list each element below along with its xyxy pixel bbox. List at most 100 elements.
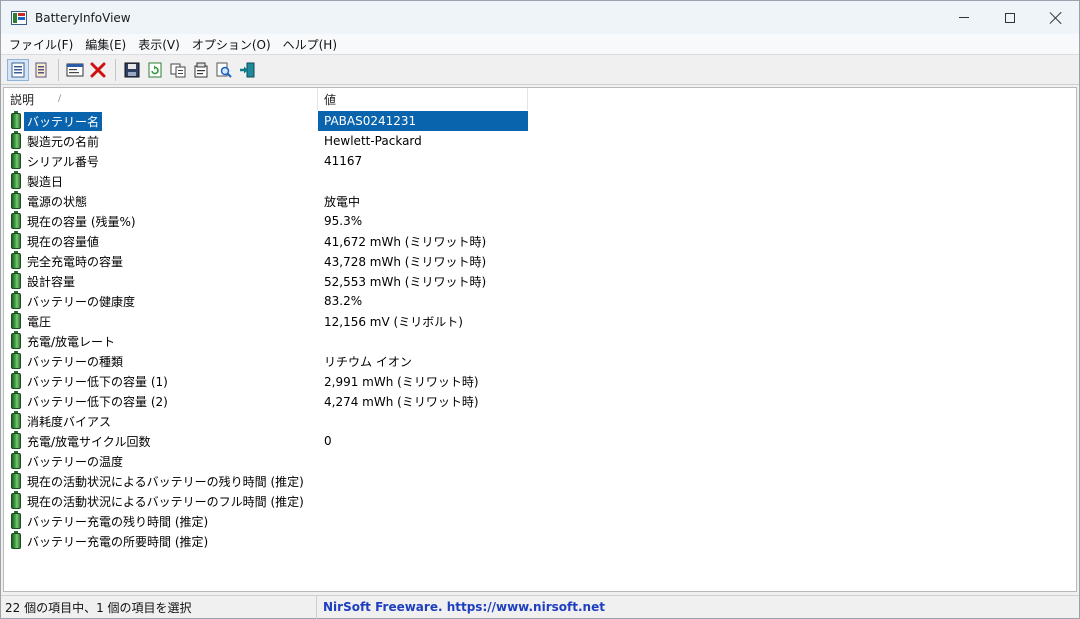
title-bar[interactable]: BatteryInfoView [1,1,1079,34]
menu-file[interactable]: ファイル(F) [3,36,79,53]
row-description-cell: シリアル番号 [4,151,318,171]
row-description: 充電/放電レート [27,334,116,349]
toolbar [1,54,1079,85]
column-header-value[interactable]: 値 [318,88,528,110]
battery-icon [11,371,21,389]
menu-view[interactable]: 表示(V) [132,36,186,53]
window-title: BatteryInfoView [35,10,131,25]
battery-icon [11,411,21,429]
table-row[interactable]: シリアル番号 41167 [4,151,528,171]
table-row[interactable]: バッテリー名 PABAS0241231 [4,111,528,131]
close-button[interactable] [1033,1,1079,34]
battery-icon [11,191,21,209]
maximize-button[interactable] [987,1,1033,34]
battery-icon [11,311,21,329]
battery-info-list[interactable]: 説明 / 値 バッテリー名 PABAS0241231 製造元の名前 Hewlett-P… [3,87,1077,592]
row-value: 2,991 mWh (ミリワット時) [324,374,479,389]
save-button[interactable] [121,59,143,81]
table-row[interactable]: 電源の状態 放電中 [4,191,528,211]
row-value: PABAS0241231 [318,111,528,131]
row-description: 製造元の名前 [27,134,100,149]
battery-icon [11,271,21,289]
table-row[interactable]: バッテリーの温度 [4,451,528,471]
table-row[interactable]: 完全充電時の容量 43,728 mWh (ミリワット時) [4,251,528,271]
table-row[interactable]: 充電/放電サイクル回数 0 [4,431,528,451]
row-value: 41167 [324,154,363,168]
row-description: バッテリー低下の容量 (2) [27,394,168,409]
battery-icon [11,251,21,269]
row-description-cell: バッテリーの種類 [4,351,318,371]
row-value: リチウム イオン [324,354,412,369]
row-description-cell: 現在の活動状況によるバッテリーの残り時間 (推定) [4,471,318,491]
battery-icon [11,511,21,529]
row-description-cell: バッテリー充電の所要時間 (推定) [4,531,318,551]
row-description: 現在の活動状況によるバッテリーのフル時間 (推定) [27,494,304,509]
table-row[interactable]: バッテリー低下の容量 (2) 4,274 mWh (ミリワット時) [4,391,528,411]
table-row[interactable]: 現在の活動状況によるバッテリーのフル時間 (推定) [4,491,528,511]
status-item-count: 22 個の項目中、1 個の項目を選択 [1,595,317,619]
table-row[interactable]: 現在の容量値 41,672 mWh (ミリワット時) [4,231,528,251]
row-description-cell: バッテリーの温度 [4,451,318,471]
menu-bar: ファイル(F) 編集(E) 表示(V) オプション(O) ヘルプ(H) [1,34,1079,54]
menu-options[interactable]: オプション(O) [186,36,277,53]
table-row[interactable]: 製造日 [4,171,528,191]
row-description-cell: 電圧 [4,311,318,331]
delete-button[interactable] [87,59,109,81]
menu-help[interactable]: ヘルプ(H) [277,36,343,53]
html-report-button[interactable] [190,59,212,81]
row-value [318,331,528,351]
delete-icon [90,62,106,77]
refresh-button[interactable] [144,59,166,81]
battery-info-view-icon [11,62,25,77]
row-value [318,471,528,491]
row-description: 電源の状態 [27,194,88,209]
row-description: バッテリー充電の所要時間 (推定) [27,534,209,549]
app-window: BatteryInfoView ファイル(F) 編集(E) 表示(V) オプショ… [0,0,1080,619]
battery-icon [11,151,21,169]
row-value: 放電中 [324,194,361,209]
column-header-description[interactable]: 説明 / [4,88,318,110]
table-row[interactable]: 製造元の名前 Hewlett-Packard [4,131,528,151]
row-value: Hewlett-Packard [324,134,422,148]
battery-info-view-button[interactable] [7,58,29,81]
row-description-cell: バッテリー充電の残り時間 (推定) [4,511,318,531]
row-description: シリアル番号 [27,154,99,169]
save-icon [124,62,140,77]
maximize-icon [1005,12,1015,23]
battery-icon [11,431,21,449]
nirsoft-link[interactable]: NirSoft Freeware. https://www.nirsoft.ne… [317,600,605,614]
table-row[interactable]: 消耗度バイアス [4,411,528,431]
row-description-cell: 設計容量 [4,271,318,291]
table-row[interactable]: バッテリー充電の所要時間 (推定) [4,531,528,551]
row-description: バッテリー充電の残り時間 (推定) [27,514,209,529]
table-row[interactable]: バッテリー低下の容量 (1) 2,991 mWh (ミリワット時) [4,371,528,391]
table-row[interactable]: バッテリー充電の残り時間 (推定) [4,511,528,531]
table-row[interactable]: 現在の活動状況によるバッテリーの残り時間 (推定) [4,471,528,491]
table-row[interactable]: 設計容量 52,553 mWh (ミリワット時) [4,271,528,291]
row-value: 4,274 mWh (ミリワット時) [324,394,479,409]
row-description-cell: バッテリーの健康度 [4,291,318,311]
battery-log-view-button[interactable] [30,59,52,81]
properties-button[interactable] [64,59,86,81]
exit-button[interactable] [236,59,258,81]
list-rows: バッテリー名 PABAS0241231 製造元の名前 Hewlett-Packard シ… [4,111,528,551]
row-description-cell: 充電/放電サイクル回数 [4,431,318,451]
table-row[interactable]: 現在の容量 (残量%) 95.3% [4,211,528,231]
row-description: 設計容量 [27,274,76,289]
menu-edit[interactable]: 編集(E) [79,36,132,53]
battery-icon [11,291,21,309]
table-row[interactable]: 電圧 12,156 mV (ミリボルト) [4,311,528,331]
minimize-icon [959,17,969,18]
toolbar-separator [58,58,59,81]
minimize-button[interactable] [941,1,987,34]
table-row[interactable]: 充電/放電レート [4,331,528,351]
battery-icon [11,231,21,249]
row-description-cell: 充電/放電レート [4,331,318,351]
table-row[interactable]: バッテリーの種類 リチウム イオン [4,351,528,371]
find-button[interactable] [213,59,235,81]
list-header: 説明 / 値 [4,88,528,110]
row-description-cell: 製造日 [4,171,318,191]
table-row[interactable]: バッテリーの健康度 83.2% [4,291,528,311]
sort-indicator-icon: / [58,94,62,104]
copy-button[interactable] [167,59,189,81]
